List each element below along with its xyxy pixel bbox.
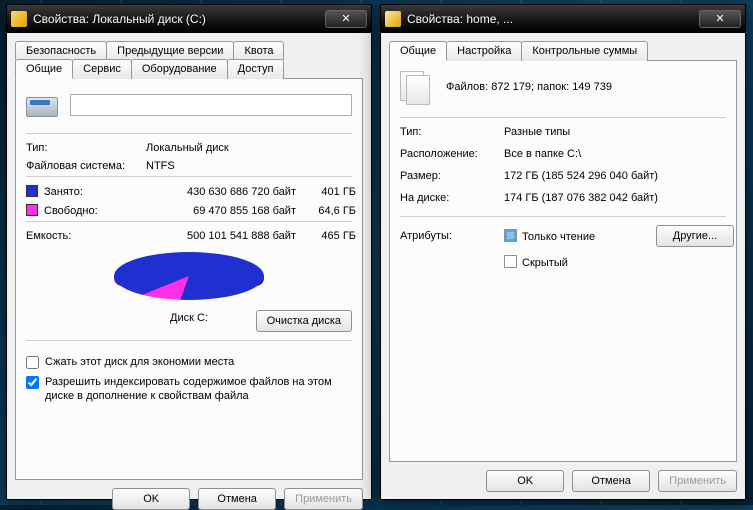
- tab-customize[interactable]: Настройка: [446, 41, 522, 61]
- tab-row-lower: Общие Сервис Оборудование Доступ: [15, 59, 363, 79]
- capacity-label: Емкость:: [26, 230, 136, 242]
- tab-general[interactable]: Общие: [389, 41, 447, 61]
- size-on-disk-label: На диске:: [400, 192, 504, 204]
- separator: [26, 221, 352, 222]
- folder-icon: [385, 11, 401, 27]
- free-swatch: [26, 204, 38, 216]
- fs-label: Файловая система:: [26, 160, 146, 172]
- drive-large-icon: [26, 89, 58, 121]
- compress-label[interactable]: Сжать этот диск для экономии места: [45, 355, 234, 369]
- close-button[interactable]: ✕: [699, 10, 741, 28]
- ok-button[interactable]: OK: [112, 488, 190, 510]
- tab-general[interactable]: Общие: [15, 59, 73, 79]
- location-value: Все в папке C:\: [504, 148, 726, 160]
- multi-file-icon: [400, 71, 432, 103]
- apply-button[interactable]: Применить: [658, 470, 737, 492]
- properties-dialog-right: Свойства: home, ... ✕ Общие Настройка Ко…: [380, 4, 746, 500]
- disk-label-input[interactable]: [70, 94, 352, 116]
- separator: [26, 176, 352, 177]
- ok-button[interactable]: OK: [486, 470, 564, 492]
- location-label: Расположение:: [400, 148, 504, 160]
- compress-checkbox[interactable]: [26, 356, 39, 369]
- titlebar[interactable]: Свойства: Локальный диск (C:) ✕: [7, 5, 371, 33]
- advanced-button[interactable]: Другие...: [656, 225, 734, 247]
- tab-panel-general: Тип: Локальный диск Файловая система: NT…: [15, 78, 363, 480]
- window-title: Свойства: home, ...: [407, 12, 699, 26]
- used-bytes: 430 630 686 720 байт: [136, 186, 296, 198]
- capacity-gb: 465 ГБ: [296, 230, 356, 242]
- disk-cleanup-button[interactable]: Очистка диска: [256, 310, 352, 332]
- used-swatch: [26, 185, 38, 197]
- index-checkbox[interactable]: [26, 376, 39, 389]
- type-label: Тип:: [26, 142, 146, 154]
- attributes-label: Атрибуты:: [400, 230, 504, 242]
- dialog-buttons: OK Отмена Применить: [15, 488, 363, 510]
- size-value: 172 ГБ (185 524 296 040 байт): [504, 170, 726, 182]
- tab-row-upper: Безопасность Предыдущие версии Квота: [15, 41, 363, 60]
- tab-sharing[interactable]: Доступ: [227, 59, 285, 79]
- cancel-button[interactable]: Отмена: [198, 488, 276, 510]
- free-label: Свободно:: [26, 204, 136, 217]
- titlebar[interactable]: Свойства: home, ... ✕: [381, 5, 745, 33]
- dialog-buttons: OK Отмена Применить: [389, 470, 737, 492]
- properties-dialog-left: Свойства: Локальный диск (C:) ✕ Безопасн…: [6, 4, 372, 500]
- tab-hardware[interactable]: Оборудование: [131, 59, 228, 79]
- tab-row: Общие Настройка Контрольные суммы: [389, 41, 737, 61]
- tab-panel-general: Файлов: 872 179; папок: 149 739 Тип: Раз…: [389, 60, 737, 462]
- client-area: Безопасность Предыдущие версии Квота Общ…: [7, 33, 371, 499]
- separator: [26, 340, 352, 341]
- tab-security[interactable]: Безопасность: [15, 41, 107, 60]
- tab-service[interactable]: Сервис: [72, 59, 132, 79]
- capacity-bytes: 500 101 541 888 байт: [136, 230, 296, 242]
- readonly-label: Только чтение: [522, 231, 595, 243]
- drive-icon: [11, 11, 27, 27]
- hidden-checkbox[interactable]: [504, 255, 517, 268]
- size-label: Размер:: [400, 170, 504, 182]
- fs-value: NTFS: [146, 160, 352, 172]
- type-label: Тип:: [400, 126, 504, 138]
- type-value: Разные типы: [504, 126, 726, 138]
- hidden-checkbox-row[interactable]: Скрытый: [504, 255, 656, 269]
- free-bytes: 69 470 855 168 байт: [136, 205, 296, 217]
- free-gb: 64,6 ГБ: [296, 205, 356, 217]
- used-gb: 401 ГБ: [296, 186, 356, 198]
- client-area: Общие Настройка Контрольные суммы Файлов…: [381, 33, 745, 499]
- close-button[interactable]: ✕: [325, 10, 367, 28]
- type-value: Локальный диск: [146, 142, 352, 154]
- separator: [400, 216, 726, 217]
- tab-checksums[interactable]: Контрольные суммы: [521, 41, 648, 61]
- readonly-checkbox-row[interactable]: Только чтение: [504, 229, 656, 243]
- files-folders-summary: Файлов: 872 179; папок: 149 739: [446, 81, 612, 93]
- cancel-button[interactable]: Отмена: [572, 470, 650, 492]
- tab-previous-versions[interactable]: Предыдущие версии: [106, 41, 234, 60]
- index-label[interactable]: Разрешить индексировать содержимое файло…: [45, 375, 352, 403]
- apply-button[interactable]: Применить: [284, 488, 363, 510]
- separator: [400, 117, 726, 118]
- used-label: Занято:: [26, 185, 136, 198]
- tab-quota[interactable]: Квота: [233, 41, 284, 60]
- size-on-disk-value: 174 ГБ (187 076 382 042 байт): [504, 192, 726, 204]
- separator: [26, 133, 352, 134]
- window-title: Свойства: Локальный диск (C:): [33, 12, 325, 26]
- hidden-label: Скрытый: [522, 257, 568, 269]
- readonly-checkbox[interactable]: [504, 229, 517, 242]
